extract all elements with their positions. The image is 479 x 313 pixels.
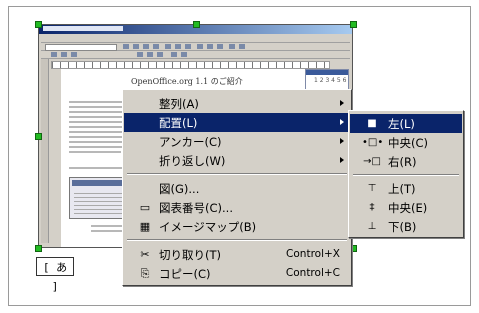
document-image-thumbnail	[69, 177, 129, 219]
scissors-icon: ✂	[140, 248, 150, 261]
document-title: OpenOffice.org 1.1 のご紹介	[131, 77, 243, 86]
submenu-arrow-icon	[340, 138, 344, 144]
context-menu: 整列(A) 配置(L) アンカー(C) 折り返し(W) 図(G)... ▭ 図表…	[122, 89, 352, 286]
menu-separator	[127, 239, 347, 241]
ime-mode-indicator: [ あ ]	[36, 257, 74, 293]
menu-item-wrap[interactable]: 折り返し(W)	[124, 151, 350, 170]
shortcut-label: Control+X	[286, 248, 340, 260]
submenu-item-right[interactable]: →□ 右(R)	[350, 152, 462, 171]
screenshot-ruler	[51, 61, 330, 69]
screenshot-menubar	[41, 35, 350, 43]
align-center-icon: •□•	[362, 137, 384, 148]
align-left-icon: ■	[367, 118, 377, 129]
menu-item-copy[interactable]: ⎘ コピー(C) Control+C	[124, 264, 350, 283]
selection-handle-top-left[interactable]	[35, 21, 42, 28]
submenu-item-left[interactable]: ■ 左(L)	[350, 114, 462, 133]
selection-handle-middle-left[interactable]	[35, 133, 42, 140]
imagemap-icon: ▦	[139, 220, 151, 233]
selection-handle-top-right[interactable]	[350, 21, 357, 28]
align-top-icon: ⊤	[367, 183, 377, 194]
menu-separator	[353, 174, 459, 176]
menu-separator	[127, 173, 347, 175]
screenshot-formatbar	[41, 51, 350, 59]
submenu-item-center[interactable]: •□• 中央(C)	[350, 133, 462, 152]
menu-item-picture[interactable]: 図(G)...	[124, 179, 350, 198]
menu-item-arrange[interactable]: 整列(A)	[124, 94, 350, 113]
submenu-arrow-icon	[340, 100, 344, 106]
menu-item-imagemap[interactable]: ▦ イメージマップ(B)	[124, 217, 350, 236]
selection-handle-bottom-left[interactable]	[35, 245, 42, 252]
menu-item-cut[interactable]: ✂ 切り取り(T) Control+X	[124, 245, 350, 264]
submenu-arrow-icon	[340, 119, 344, 125]
selection-handle-top-middle[interactable]	[193, 21, 200, 28]
align-middle-icon: ‡	[369, 202, 375, 213]
submenu-item-top[interactable]: ⊤ 上(T)	[350, 179, 462, 198]
copy-icon: ⎘	[140, 267, 150, 280]
menu-item-anchor[interactable]: アンカー(C)	[124, 132, 350, 151]
submenu-item-bottom[interactable]: ⊥ 下(B)	[350, 217, 462, 236]
screenshot-toolbar	[41, 43, 350, 51]
submenu-arrow-icon	[340, 157, 344, 163]
shortcut-label: Control+C	[285, 267, 340, 279]
align-bottom-icon: ⊥	[367, 221, 377, 232]
align-right-icon: →□	[363, 156, 381, 167]
submenu-item-middle[interactable]: ‡ 中央(E)	[350, 198, 462, 217]
caption-icon: ▭	[139, 201, 151, 214]
menu-item-caption[interactable]: ▭ 図表番号(C)...	[124, 198, 350, 217]
screenshot-left-rail	[41, 59, 49, 243]
alignment-submenu: ■ 左(L) •□• 中央(C) →□ 右(R) ⊤ 上(T) ‡ 中央(E) …	[348, 110, 464, 238]
menu-item-alignment[interactable]: 配置(L)	[124, 113, 350, 132]
